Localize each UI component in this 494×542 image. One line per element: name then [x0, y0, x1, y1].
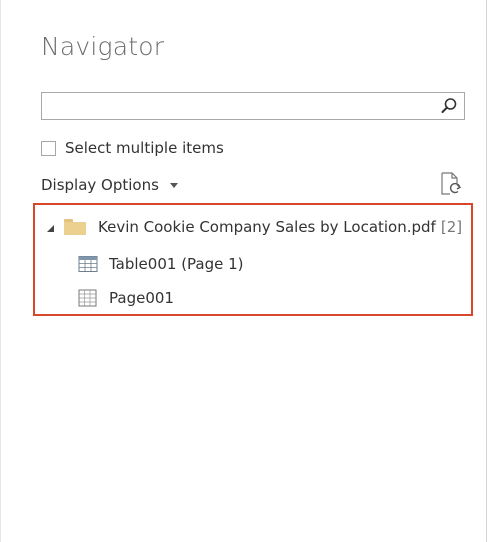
refresh-icon[interactable]	[440, 172, 462, 196]
tree-item-table001[interactable]: Table001 (Page 1)	[78, 252, 244, 276]
search-input[interactable]	[44, 95, 442, 117]
tree-item-label: Table001 (Page 1)	[109, 255, 244, 273]
page-title: Navigator	[41, 32, 165, 61]
select-multiple-checkbox[interactable]	[41, 140, 56, 156]
search-box[interactable]	[41, 92, 465, 120]
display-options-label: Display Options	[41, 176, 159, 194]
tree-item-label: Page001	[109, 289, 174, 307]
left-border	[0, 0, 1, 542]
select-multiple-label: Select multiple items	[65, 139, 224, 157]
select-multiple-items-toggle[interactable]: Select multiple items	[41, 138, 224, 158]
item-count-badge: [2]	[440, 218, 463, 236]
page-icon	[78, 289, 97, 307]
pane-divider[interactable]	[486, 0, 487, 542]
tree-item-label: Kevin Cookie Company Sales by Location.p…	[98, 218, 436, 236]
folder-icon	[64, 219, 86, 235]
display-options-dropdown[interactable]: Display Options	[41, 174, 178, 196]
tree-item-page001[interactable]: Page001	[78, 286, 174, 310]
navigator-pane: Navigator Select multiple items Display …	[0, 0, 494, 542]
expand-triangle-icon[interactable]	[47, 224, 54, 232]
search-icon[interactable]	[440, 97, 458, 115]
table-icon	[78, 256, 98, 272]
tree-item-pdf-file[interactable]: Kevin Cookie Company Sales by Location.p…	[47, 215, 462, 239]
chevron-down-icon	[169, 183, 178, 188]
